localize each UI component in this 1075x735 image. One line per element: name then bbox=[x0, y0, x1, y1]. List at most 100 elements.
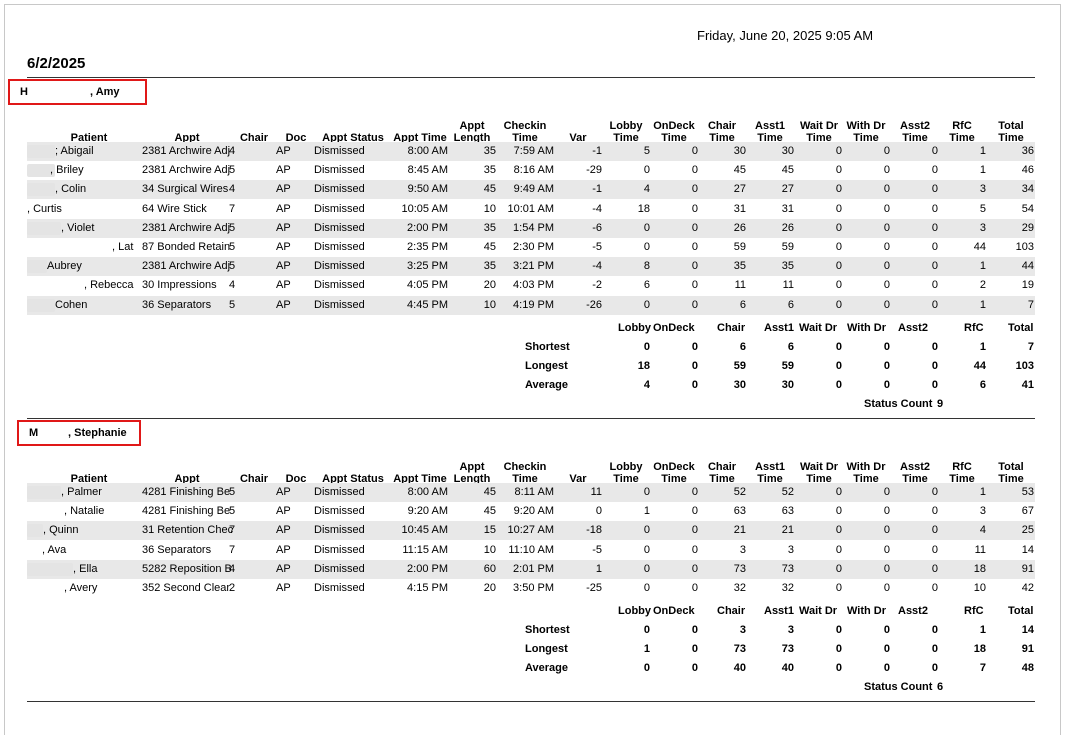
summary-value: 1 bbox=[643, 643, 650, 656]
table-cell: Dismissed bbox=[314, 145, 365, 157]
table-cell: 4:19 PM bbox=[513, 298, 554, 311]
table-cell: 0 bbox=[931, 164, 938, 177]
table-cell: 0 bbox=[883, 524, 890, 537]
table-cell: 0 bbox=[883, 543, 890, 556]
table-cell: 0 bbox=[643, 562, 650, 575]
table-cell: 45 bbox=[733, 164, 746, 177]
table-cell: 7 bbox=[229, 524, 236, 537]
table-cell: 11:10 AM bbox=[508, 543, 554, 556]
table-cell: 7 bbox=[229, 543, 236, 556]
table-cell: 0 bbox=[643, 582, 650, 594]
table-cell: 10:01 AM bbox=[507, 202, 554, 215]
table-cell: 10 bbox=[973, 582, 986, 594]
table-cell: 0 bbox=[643, 486, 650, 498]
table-cell: 18 bbox=[637, 202, 650, 215]
column-header: Chair Time bbox=[706, 120, 738, 144]
table-cell: 11 bbox=[974, 543, 986, 556]
table-cell: 11 bbox=[590, 486, 602, 498]
table-cell: Dismissed bbox=[314, 582, 365, 594]
table-cell: 4:45 PM bbox=[407, 298, 448, 311]
table-cell: 44 bbox=[1021, 260, 1034, 273]
table-cell: 5 bbox=[229, 505, 236, 518]
column-header: Checkin Time bbox=[502, 461, 548, 485]
summary-value: 1 bbox=[979, 340, 986, 353]
table-cell: 3 bbox=[787, 543, 794, 556]
column-header: Wait Dr Time bbox=[797, 461, 841, 485]
table-cell: 34 Surgical Wires bbox=[142, 183, 229, 196]
table-cell: 14 bbox=[1021, 543, 1034, 556]
column-header-line: OnDeck bbox=[653, 120, 695, 132]
summary-value: 73 bbox=[733, 643, 746, 656]
summary-header: Lobby bbox=[618, 605, 651, 618]
table-cell: 73 bbox=[781, 562, 794, 575]
table-cell: 31 bbox=[781, 202, 794, 215]
summary-value: 0 bbox=[835, 643, 842, 656]
table-cell: 7 bbox=[229, 202, 236, 215]
table-cell: 27 bbox=[781, 183, 794, 196]
summary-value: 91 bbox=[1021, 643, 1034, 656]
table-cell: 4:15 PM bbox=[407, 582, 448, 594]
table-cell: 1 bbox=[979, 145, 986, 157]
status-count-value: 9 bbox=[937, 397, 944, 410]
table-cell: 3 bbox=[739, 543, 746, 556]
table-cell: 45 bbox=[483, 486, 496, 498]
table-cell: Dismissed bbox=[314, 486, 365, 498]
column-header: Patient bbox=[64, 461, 114, 485]
table-cell: 4281 Finishing Be bbox=[142, 505, 231, 518]
column-header-line: Asst2 bbox=[900, 461, 930, 473]
table-cell: 10:05 AM bbox=[401, 202, 448, 215]
table-cell: 0 bbox=[691, 202, 698, 215]
column-header-line: Chair bbox=[707, 120, 737, 132]
provider-name: , Amy bbox=[90, 86, 120, 98]
table-cell: 31 Retention Chec bbox=[142, 524, 234, 537]
summary-value: 3 bbox=[787, 624, 794, 637]
column-header: Patient bbox=[64, 120, 114, 144]
table-cell: 103 bbox=[1015, 241, 1034, 253]
table-cell: 0 bbox=[691, 582, 698, 594]
provider-initial: M bbox=[29, 427, 39, 439]
table-cell: 2:35 PM bbox=[407, 241, 448, 253]
column-header: Asst1 Time bbox=[754, 461, 786, 485]
table-cell: 0 bbox=[835, 221, 842, 234]
summary-value: 0 bbox=[835, 340, 842, 353]
table-cell: 25 bbox=[1021, 524, 1034, 537]
table-cell: 5 bbox=[643, 145, 650, 157]
table-cell: 0 bbox=[883, 221, 890, 234]
table-cell: 8:45 AM bbox=[407, 164, 448, 177]
column-header-line bbox=[284, 461, 308, 473]
column-header: Appt Status bbox=[320, 461, 386, 485]
table-cell: 0 bbox=[883, 298, 890, 311]
table-cell: Dismissed bbox=[314, 164, 365, 177]
table-cell: 1 bbox=[979, 260, 986, 273]
table-cell: 0 bbox=[883, 145, 890, 157]
summary-value: 0 bbox=[883, 662, 890, 675]
column-header-line: Appt bbox=[459, 461, 485, 473]
redacted-name-blur bbox=[27, 260, 47, 274]
column-header-line bbox=[64, 120, 114, 132]
table-cell: -5 bbox=[592, 543, 602, 556]
table-cell: 6 bbox=[787, 298, 794, 311]
status-count-label: Status Count bbox=[864, 397, 933, 410]
table-cell: 21 bbox=[733, 524, 746, 537]
table-cell: Dismissed bbox=[314, 202, 365, 215]
column-header-line: Wait Dr bbox=[799, 461, 839, 473]
column-header: Wait Dr Time bbox=[797, 120, 841, 144]
table-cell: -1 bbox=[592, 183, 602, 196]
summary-value: 0 bbox=[931, 643, 938, 656]
table-cell: 0 bbox=[835, 505, 842, 518]
redacted-name-blur bbox=[27, 298, 55, 312]
summary-value: 0 bbox=[643, 662, 650, 675]
summary-header: Wait Dr bbox=[799, 605, 838, 618]
provider-name: , Stephanie bbox=[68, 427, 127, 439]
summary-value: 0 bbox=[691, 378, 698, 391]
column-header-line bbox=[566, 120, 590, 132]
summary-value: 7 bbox=[1027, 340, 1034, 353]
table-cell: 4 bbox=[229, 183, 236, 196]
column-header: Total Time bbox=[994, 461, 1028, 485]
column-header: Appt Length bbox=[452, 120, 492, 144]
summary-value: 0 bbox=[691, 359, 698, 372]
table-cell: 45 bbox=[781, 164, 794, 177]
table-cell: Dismissed bbox=[314, 562, 365, 575]
table-cell: 0 bbox=[835, 486, 842, 498]
table-cell: 52 bbox=[781, 486, 794, 498]
